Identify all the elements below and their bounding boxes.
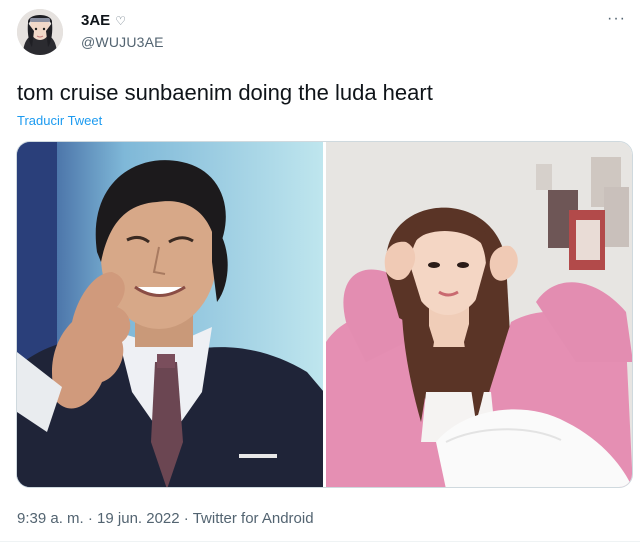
- photo-left: [17, 142, 323, 487]
- tweet: 3AE ♡ @WUJU3AE ··· tom cruise sunbaenim …: [0, 0, 640, 545]
- tweet-source[interactable]: Twitter for Android: [193, 510, 314, 527]
- media-image-left[interactable]: [17, 142, 323, 487]
- tweet-date[interactable]: 19 jun. 2022: [97, 510, 180, 527]
- media-image-right[interactable]: [326, 142, 632, 487]
- divider: [0, 541, 640, 542]
- avatar[interactable]: [17, 9, 63, 55]
- meta-separator: ·: [179, 510, 193, 527]
- author-name-row: 3AE ♡: [81, 12, 126, 29]
- tweet-time[interactable]: 9:39 a. m.: [17, 510, 84, 527]
- translate-tweet-link[interactable]: Traducir Tweet: [17, 113, 102, 128]
- photo-right: [326, 142, 632, 487]
- user-handle[interactable]: @WUJU3AE: [81, 34, 164, 50]
- more-options-icon[interactable]: ···: [607, 10, 626, 28]
- tweet-meta: 9:39 a. m. · 19 jun. 2022 · Twitter for …: [17, 510, 314, 527]
- avatar-image: [17, 9, 63, 55]
- meta-separator: ·: [83, 510, 98, 527]
- media-grid: [16, 141, 633, 488]
- heart-outline-icon: ♡: [115, 13, 126, 28]
- display-name[interactable]: 3AE: [81, 12, 110, 29]
- tweet-text: tom cruise sunbaenim doing the luda hear…: [17, 80, 433, 105]
